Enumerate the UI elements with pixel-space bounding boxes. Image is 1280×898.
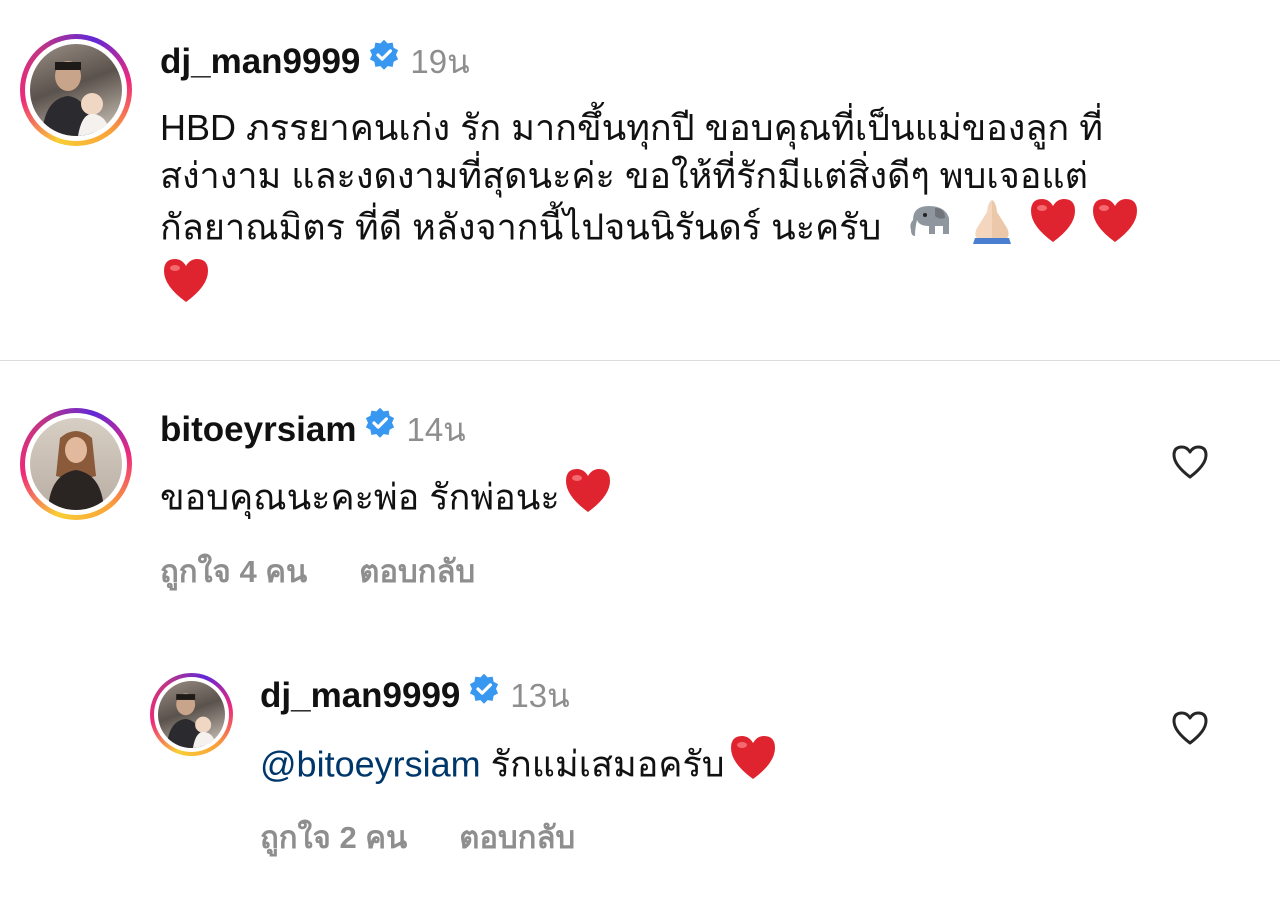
- section-divider: [0, 360, 1280, 361]
- reply-text: @bitoeyrsiam รักแม่เสมอครับ: [260, 736, 779, 797]
- caption-line: HBD ภรรยาคนเก่ง รัก มากขึ้นทุกปี ขอบคุณท…: [160, 107, 1103, 148]
- red-heart-icon: [1027, 196, 1079, 256]
- comment-meta: ถูกใจ 4 คน ตอบกลับ: [160, 546, 475, 596]
- caption-line: กัลยาณมิตร ที่ดี หลังจากนี้ไปจนนิรันดร์ …: [160, 198, 1240, 260]
- likes-count[interactable]: ถูกใจ 2 คน: [260, 820, 407, 855]
- reply-time: 13น: [510, 677, 570, 714]
- caption-line: สง่างาม และงดงามที่สุดนะค่ะ ขอให้ที่รักม…: [160, 155, 1088, 196]
- post-caption: HBD ภรรยาคนเก่ง รัก มากขึ้นทุกปี ขอบคุณท…: [160, 104, 1240, 320]
- comment-text: ขอบคุณนะคะพ่อ รักพ่อนะ: [160, 469, 614, 530]
- elephant-icon: [905, 198, 957, 254]
- caption-line: [160, 259, 1240, 320]
- reply-meta: ถูกใจ 2 คน ตอบกลับ: [260, 812, 575, 862]
- comment-avatar[interactable]: [20, 408, 132, 520]
- username-text[interactable]: bitoeyrsiam: [160, 410, 356, 449]
- like-heart-icon[interactable]: [1170, 444, 1210, 485]
- red-heart-icon: [1089, 196, 1141, 256]
- red-heart-icon: [727, 733, 779, 793]
- red-heart-icon: [160, 256, 212, 316]
- reply-avatar[interactable]: [150, 673, 233, 756]
- post-author[interactable]: dj_man9999 19น: [160, 39, 470, 84]
- reply-button[interactable]: ตอบกลับ: [359, 554, 475, 589]
- reply-author[interactable]: dj_man9999 13น: [260, 673, 570, 718]
- verified-badge-icon: [364, 407, 396, 448]
- like-heart-icon[interactable]: [1170, 710, 1210, 751]
- folded-hands-icon: [967, 196, 1017, 256]
- verified-badge-icon: [368, 39, 400, 80]
- likes-count[interactable]: ถูกใจ 4 คน: [160, 554, 307, 589]
- verified-badge-icon: [468, 673, 500, 714]
- mention-link[interactable]: @bitoeyrsiam: [260, 744, 481, 785]
- username-text[interactable]: dj_man9999: [260, 676, 460, 715]
- post-avatar[interactable]: [20, 34, 132, 146]
- avatar-photo: [30, 44, 122, 136]
- comment-time: 14น: [406, 411, 466, 448]
- post-time: 19น: [410, 43, 470, 80]
- comment-author[interactable]: bitoeyrsiam 14น: [160, 407, 466, 452]
- avatar-photo: [30, 418, 122, 510]
- username-text[interactable]: dj_man9999: [160, 42, 360, 81]
- avatar-photo: [158, 681, 225, 748]
- red-heart-icon: [562, 466, 614, 526]
- reply-button[interactable]: ตอบกลับ: [459, 820, 575, 855]
